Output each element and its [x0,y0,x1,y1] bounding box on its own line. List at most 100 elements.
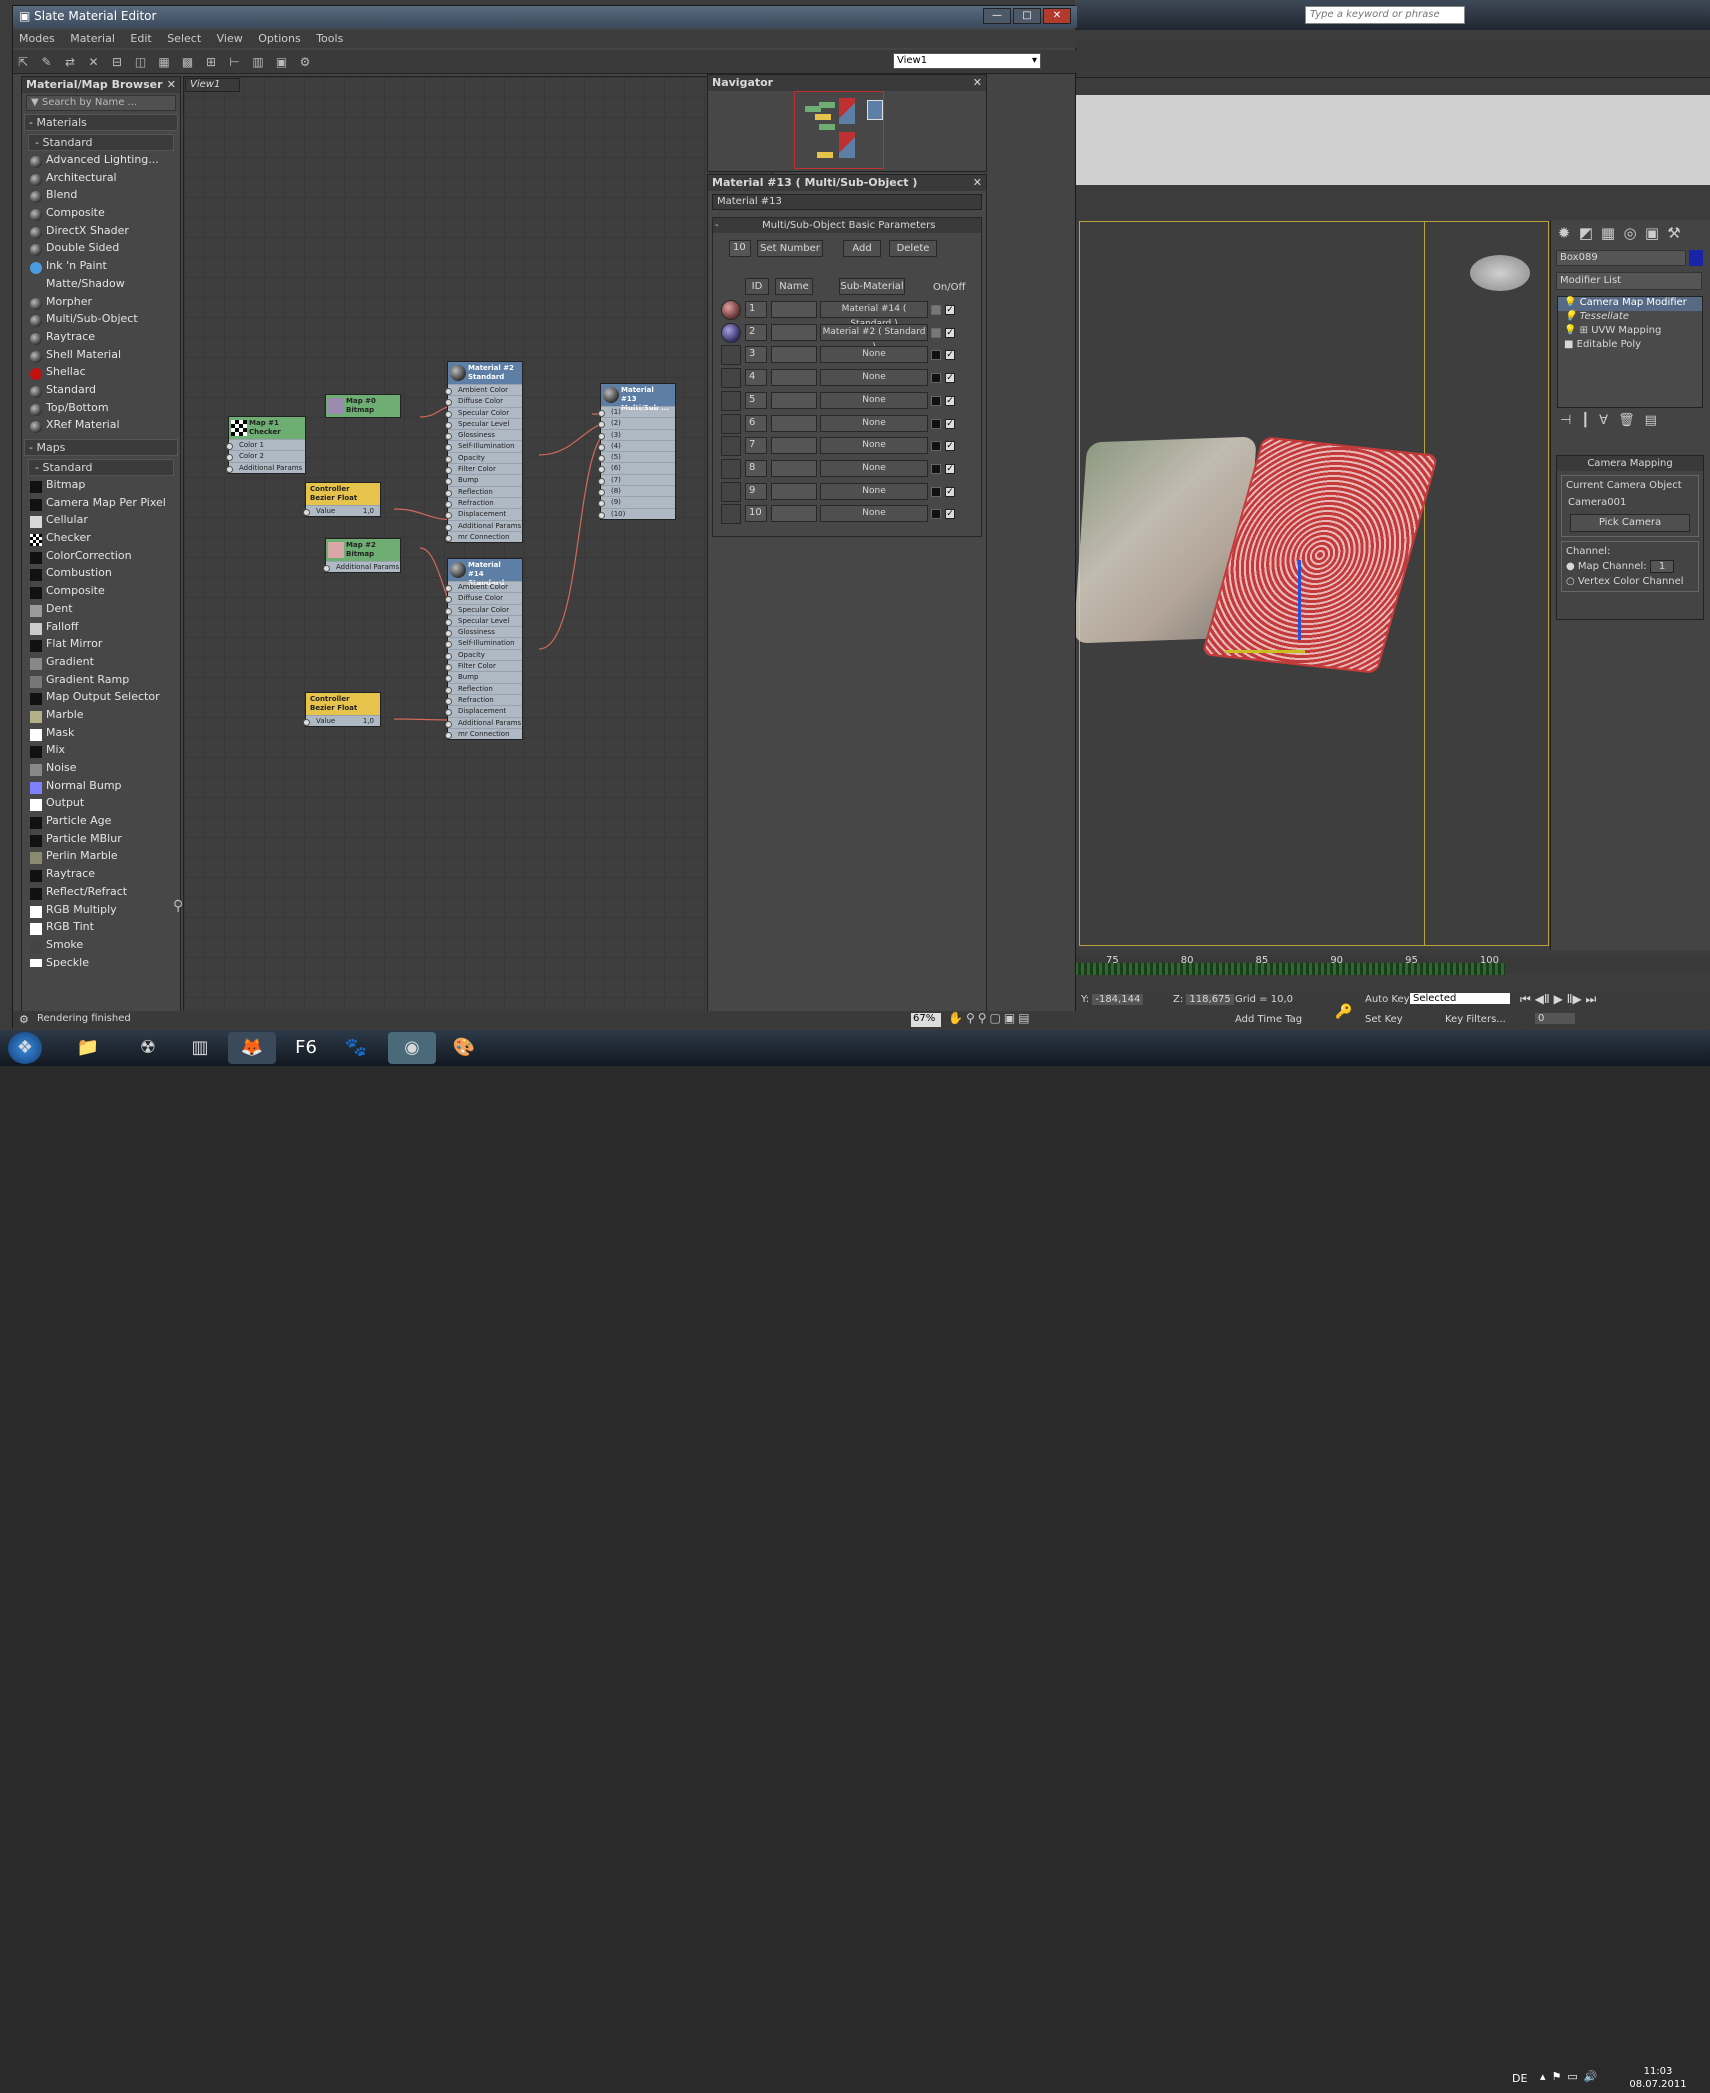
name-field[interactable] [771,459,817,477]
put-to-scene-icon[interactable]: ⇄ [61,53,79,71]
gimp-icon[interactable]: 🐾 [332,1032,380,1064]
node-slot[interactable]: (1) [598,406,675,418]
onoff-checkbox[interactable]: ✓ [945,327,955,338]
name-field[interactable] [771,505,817,523]
material13-node[interactable]: Material #13 Multi/Sub ... (1) (2) (3) (4) (5… [598,383,676,520]
utilities-tab-icon[interactable]: ⚒ [1665,224,1683,242]
id-field[interactable]: 5 [745,391,767,409]
layout-children-icon[interactable]: ⊢ [226,53,244,71]
map-item[interactable]: RGB Tint [22,920,180,938]
color-swatch[interactable] [931,305,941,315]
make-unique-icon[interactable]: ∀ [1599,413,1608,428]
map-item[interactable]: RGB Multiply [22,903,180,921]
node-slot[interactable]: Diffuse Color [445,592,522,604]
key-filters-button[interactable]: Key Filters... [1445,1014,1506,1025]
hide-unused-icon[interactable]: ◫ [132,53,150,71]
node-slot[interactable]: Value 1,0 [303,715,380,727]
zoom-field[interactable]: 67% [911,1013,941,1027]
onoff-checkbox[interactable]: ✓ [945,509,955,520]
name-field[interactable] [771,482,817,500]
node-slot[interactable]: Opacity [445,648,522,661]
node-slot[interactable]: Bump [445,671,522,683]
select-tool-icon[interactable]: ⇱ [14,53,32,71]
sort-name-button[interactable]: Name [775,278,813,295]
delete-icon[interactable]: ✕ [85,53,103,71]
sample-slot-icon[interactable] [721,368,741,389]
map-item[interactable]: Reflect/Refract [22,885,180,903]
count-field[interactable]: 10 [729,240,751,257]
z-coord-field[interactable]: 118,675 [1186,994,1234,1005]
materials-standard-category[interactable]: - Standard [28,134,174,151]
map-item[interactable]: Speckle [22,956,180,967]
stack-item[interactable]: 💡 Tessellate [1558,311,1702,325]
node-slot[interactable]: (6) [598,462,675,474]
material-item[interactable]: Shellac [22,365,180,383]
sample-slot-icon[interactable] [721,345,741,366]
modifier-list-dropdown[interactable]: Modifier List [1556,272,1702,290]
sample-slot-icon[interactable] [721,322,741,343]
node-slot[interactable]: (8) [598,485,675,497]
submaterial-button[interactable]: Material #2 ( Standard ) [820,323,928,352]
start-button-icon[interactable]: ❖ [8,1032,42,1064]
material-item[interactable]: Composite [22,206,180,224]
material-item[interactable]: Raytrace [22,330,180,348]
add-time-tag[interactable]: Add Time Tag [1235,1014,1302,1025]
node-header[interactable]: Material #2 Standard [448,362,522,384]
node-header[interactable]: Controller Bezier Float [306,693,380,715]
map-item[interactable]: Combustion [22,566,180,584]
menu-options[interactable]: Options [252,30,306,47]
submaterial-button[interactable]: None [820,437,928,455]
color-swatch[interactable] [931,418,941,429]
color-swatch[interactable] [931,463,941,474]
material-item[interactable]: Double Sided [22,241,180,259]
node-slot[interactable]: Specular Level [445,417,522,430]
map-item[interactable]: Map Output Selector [22,690,180,708]
submaterial-button[interactable]: None [820,414,928,432]
material-item[interactable]: Matte/Shadow [22,277,180,295]
map2-node[interactable]: Map #2 Bitmap Additional Params [323,538,401,574]
material-name-field[interactable]: Material #13 [712,194,982,210]
map-item[interactable]: Gradient Ramp [22,673,180,691]
tray-icons[interactable]: ▴⚑▭🔊 [1540,2070,1603,2083]
close-icon[interactable]: ✕ [973,176,982,189]
display-tab-icon[interactable]: ▣ [1643,224,1661,242]
object-color-swatch[interactable] [1689,250,1703,266]
map-item[interactable]: Particle Age [22,814,180,832]
map-item[interactable]: ColorCorrection [22,549,180,567]
color-swatch[interactable] [931,486,941,497]
map-item[interactable]: Flat Mirror [22,637,180,655]
node-slot[interactable]: (3) [598,428,675,440]
radiation-app-icon[interactable]: ☢ [124,1032,172,1064]
3dsmax-icon[interactable]: ◉ [388,1032,436,1064]
node-slot[interactable]: Additional Params [323,561,400,573]
node-slot[interactable]: Self-Illumination [445,440,522,452]
name-field[interactable] [771,414,817,432]
node-header[interactable]: Material #14 Standard [448,559,522,587]
node-slot[interactable]: Opacity [445,451,522,464]
map-item[interactable]: Mask [22,726,180,744]
map-item[interactable]: Perlin Marble [22,849,180,867]
menu-view[interactable]: View [211,30,249,47]
maps-category[interactable]: - Maps [24,439,178,456]
material-item[interactable]: XRef Material [22,418,180,436]
onoff-checkbox[interactable]: ✓ [945,441,955,452]
name-field[interactable] [771,346,817,364]
gizmo-z-axis[interactable] [1298,560,1301,640]
onoff-checkbox[interactable]: ✓ [945,418,955,429]
node-slot[interactable]: Filter Color [445,463,522,475]
map-item[interactable]: Noise [22,761,180,779]
key-icon[interactable]: 🔑 [1335,1004,1352,1020]
rollout-title[interactable]: - Multi/Sub-Object Basic Parameters [713,218,981,233]
max-viewport-top[interactable] [1075,95,1710,185]
node-view[interactable] [183,76,773,1014]
node-slot[interactable]: Bump [445,474,522,486]
firefox-icon[interactable]: 🦊 [228,1032,276,1064]
pick-material-icon[interactable]: ✎ [38,53,56,71]
gizmo-x-axis[interactable] [1225,650,1305,653]
id-field[interactable]: 4 [745,369,767,387]
delete-button[interactable]: Delete [889,240,937,257]
onoff-checkbox[interactable]: ✓ [945,373,955,384]
sort-id-button[interactable]: ID [745,278,769,295]
color-swatch[interactable] [931,441,941,452]
sample-slot-icon[interactable] [721,481,741,502]
